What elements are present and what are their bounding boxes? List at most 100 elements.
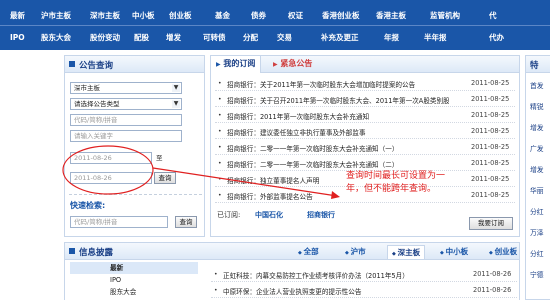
- nav-item[interactable]: 中小板: [132, 5, 155, 27]
- right-panel-item[interactable]: 分红: [530, 248, 550, 259]
- nav-item[interactable]: 交易: [277, 27, 292, 49]
- nav-item[interactable]: 配股: [134, 27, 149, 49]
- nav-item[interactable]: 股份变动: [90, 27, 120, 49]
- info-disclosure-panel: 信息披露 ◆ 全部 ◆ 沪市 ◆ 深主板 ◆ 中小板 ◆ 创业板 最新 IPO 股东大会…: [64, 242, 520, 300]
- nav-item[interactable]: 权证: [288, 5, 303, 27]
- news-title[interactable]: 招商银行：关于2011年第一次临时股东大会增加临时提案的公告: [227, 79, 449, 89]
- tab-my-subscription[interactable]: ▶ 我的订阅: [211, 56, 262, 73]
- info-row[interactable]: • 正虹科技：内幕交易防控工作业绩考核评价办法（2011年5月） 2011-08-2…: [211, 267, 517, 282]
- category-item[interactable]: 最新: [70, 262, 198, 274]
- bullet-icon: •: [218, 96, 222, 103]
- nav-item[interactable]: 年报: [384, 27, 399, 49]
- info-date: 2011-08-26: [473, 270, 512, 278]
- market-tab[interactable]: ◆ 深主板: [387, 245, 426, 259]
- nav-divider: [0, 25, 550, 26]
- right-panel-item[interactable]: 宁德: [530, 269, 550, 280]
- subscription-panel: ▶ 我的订阅 ▶ 紧急公告 • 招商银行：关于2011年第一次临时股东大会增加临时…: [210, 55, 520, 237]
- market-tab[interactable]: ◆ 全部: [298, 245, 319, 259]
- right-panel-title: 特: [530, 61, 539, 71]
- news-title[interactable]: 招商银行：外部监事提名公告: [227, 191, 449, 201]
- subscribed-stock-link[interactable]: 中国石化: [255, 210, 283, 220]
- nav-item[interactable]: 股东大会: [41, 27, 71, 49]
- subscribed-stock-link[interactable]: 招商银行: [307, 210, 335, 220]
- right-panel-item[interactable]: 万泽: [530, 227, 550, 238]
- news-row[interactable]: • 招商银行：外部监事提名公告 2011-08-25: [215, 188, 515, 203]
- nav-item[interactable]: 基金: [215, 5, 230, 27]
- info-title[interactable]: 中原环保：企业法人营业执照变更的提示性公告: [223, 286, 445, 296]
- stock-code-input[interactable]: 代码/简称/拼音: [70, 114, 182, 126]
- section-divider: [69, 194, 202, 195]
- news-title[interactable]: 招商银行：二零一一年第一次临时股东大会补充通知（二）: [227, 159, 449, 169]
- tab-urgent-announcements[interactable]: ▶ 紧急公告: [273, 56, 312, 73]
- nav-item[interactable]: 补充及更正: [321, 27, 359, 49]
- nav-item[interactable]: 债券: [251, 5, 266, 27]
- subscribe-button[interactable]: 我要订阅: [469, 217, 513, 230]
- quick-search-input[interactable]: 代码/简称/拼音: [70, 216, 168, 228]
- news-row[interactable]: • 招商银行：二零一一年第一次临时股东大会补充通知（二） 2011-08-25: [215, 156, 515, 171]
- end-date-input[interactable]: 2011-08-26: [70, 172, 152, 184]
- info-row[interactable]: • 中原环保：企业法人营业执照变更的提示性公告 2011-08-26: [211, 283, 517, 298]
- nav-item[interactable]: 深市主板: [90, 5, 120, 27]
- news-row[interactable]: • 招商银行：独立董事提名人声明 2011-08-25: [215, 172, 515, 187]
- nav-item[interactable]: 监管机构: [430, 5, 460, 27]
- quick-search-title: 快速检索:: [70, 201, 106, 210]
- news-row[interactable]: • 招商银行：2011年第一次临时股东大会补充通知 2011-08-25: [215, 108, 515, 123]
- category-item[interactable]: 股东大会: [70, 286, 198, 298]
- bullet-icon: •: [218, 160, 222, 167]
- right-panel-item[interactable]: 增发: [530, 164, 550, 175]
- subscription-tabs: ▶ 我的订阅 ▶ 紧急公告: [211, 56, 519, 73]
- nav-item[interactable]: 香港主板: [376, 5, 406, 27]
- news-date: 2011-08-25: [471, 175, 510, 183]
- news-row[interactable]: • 招商银行：关于2011年第一次临时股东大会增加临时提案的公告 2011-08-2…: [215, 76, 515, 91]
- right-panel-item[interactable]: 精锐: [530, 101, 550, 112]
- info-date: 2011-08-26: [473, 286, 512, 294]
- right-panel-item[interactable]: 首发: [530, 80, 550, 91]
- market-select[interactable]: 深市主板 ▼: [70, 82, 182, 94]
- market-tab[interactable]: ◆ 沪市: [345, 245, 366, 259]
- nav-item[interactable]: 代办: [489, 27, 504, 49]
- bullet-icon: •: [218, 144, 222, 151]
- bullet-icon: •: [214, 287, 218, 294]
- start-date-input[interactable]: 2011-08-26: [70, 152, 152, 164]
- nav-item[interactable]: 代: [489, 5, 497, 27]
- news-title[interactable]: 招商银行：独立董事提名人声明: [227, 175, 449, 185]
- market-tab-label: 沪市: [350, 247, 366, 256]
- right-panel-item[interactable]: 广发: [530, 143, 550, 154]
- info-panel-title: 信息披露: [79, 248, 114, 258]
- info-panel-header: 信息披露 ◆ 全部 ◆ 沪市 ◆ 深主板 ◆ 中小板 ◆ 创业板: [65, 243, 519, 260]
- news-row[interactable]: • 招商银行：关于召开2011年第一次临时股东大会、2011年第一次A股类别股东会…: [215, 92, 515, 107]
- nav-item[interactable]: 香港创业板: [322, 5, 360, 27]
- nav-item[interactable]: 增发: [166, 27, 181, 49]
- right-panel-item[interactable]: 华丽: [530, 185, 550, 196]
- query-button[interactable]: 查询: [154, 172, 176, 184]
- bullet-icon: •: [218, 80, 222, 87]
- bullet-icon: •: [218, 128, 222, 135]
- news-title[interactable]: 招商银行：2011年第一次临时股东大会补充通知: [227, 111, 449, 121]
- news-row[interactable]: • 招商银行：建议委任独立非执行董事及外部监事 2011-08-25: [215, 124, 515, 139]
- info-title[interactable]: 正虹科技：内幕交易防控工作业绩考核评价办法（2011年5月）: [223, 270, 445, 280]
- market-tab[interactable]: ◆ 中小板: [440, 245, 468, 259]
- nav-item[interactable]: 可转债: [203, 27, 226, 49]
- bullet-icon: •: [218, 112, 222, 119]
- category-item[interactable]: IPO: [70, 274, 198, 286]
- square-bullet-icon: [69, 248, 75, 254]
- right-panel-item[interactable]: 增发: [530, 122, 550, 133]
- market-tab[interactable]: ◆ 创业板: [489, 245, 517, 259]
- news-title[interactable]: 招商银行：建议委任独立非执行董事及外部监事: [227, 127, 449, 137]
- nav-item[interactable]: IPO: [10, 27, 25, 49]
- nav-item[interactable]: 半年报: [424, 27, 447, 49]
- tab-my-subscription-label: 我的订阅: [223, 59, 256, 68]
- nav-item[interactable]: 最新: [10, 5, 25, 27]
- news-title[interactable]: 招商银行：二零一一年第一次临时股东大会补充通知（一）: [227, 143, 449, 153]
- nav-row-2: IPO 股东大会 股份变动 配股 增发 可转债 分配 交易 补充及更正 年报 半年报 代办: [0, 27, 550, 49]
- news-row[interactable]: • 招商银行：二零一一年第一次临时股东大会补充通知（一） 2011-08-25: [215, 140, 515, 155]
- keyword-input[interactable]: 请输入关键字: [70, 130, 182, 142]
- news-title[interactable]: 招商银行：关于召开2011年第一次临时股东大会、2011年第一次A股类别股东会议…: [227, 95, 449, 105]
- right-panel-item[interactable]: 分红: [530, 206, 550, 217]
- right-feature-panel: 特 首发 精锐 增发 广发 增发 华丽 分红 万泽 分红 宁德: [525, 55, 550, 300]
- announcement-type-select[interactable]: 请选择公告类型 ▼: [70, 98, 182, 110]
- quick-search-button[interactable]: 查询: [175, 216, 197, 228]
- nav-item[interactable]: 沪市主板: [41, 5, 71, 27]
- nav-item[interactable]: 创业板: [169, 5, 192, 27]
- nav-item[interactable]: 分配: [243, 27, 258, 49]
